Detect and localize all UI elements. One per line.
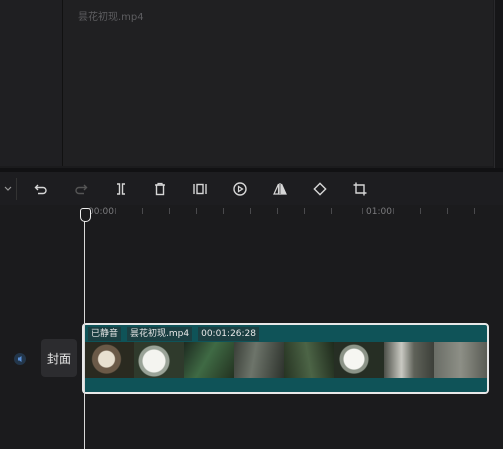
timeline[interactable]: 00:00 01:00 封面 已静音 昙花初现.mp4 00:01:26:28 (0, 205, 503, 449)
thumbnail (334, 342, 384, 380)
thumbnail (434, 342, 487, 380)
cover-button[interactable]: 封面 (41, 339, 77, 377)
redo-icon[interactable] (70, 178, 92, 200)
speaker-mute-icon[interactable] (13, 351, 27, 365)
clip-header: 已静音 昙花初现.mp4 00:01:26:28 (88, 327, 259, 341)
thumbnail (284, 342, 334, 380)
thumbnail (384, 342, 434, 380)
clip-thumbnails (84, 342, 487, 380)
clip-duration: 00:01:26:28 (198, 327, 259, 341)
toolbar (0, 172, 503, 205)
thumbnail (184, 342, 234, 380)
ruler-label-start: 00:00 (88, 207, 114, 217)
top-area: 昙花初现.mp4 (0, 0, 503, 168)
undo-icon[interactable] (30, 178, 52, 200)
thumbnail (84, 342, 134, 380)
playhead-line[interactable] (84, 217, 85, 449)
clip-audio-strip (84, 378, 487, 392)
preview-panel: 昙花初现.mp4 (63, 0, 493, 166)
media-panel (0, 0, 63, 166)
ruler-tick (250, 208, 251, 214)
video-clip[interactable]: 已静音 昙花初现.mp4 00:01:26:28 (82, 323, 489, 394)
ruler-tick (331, 208, 332, 214)
ruler-tick (393, 208, 394, 214)
rotate-icon[interactable] (309, 178, 331, 200)
ruler-tick (362, 208, 363, 214)
ruler-tick (196, 208, 197, 214)
playhead-handle[interactable] (80, 208, 91, 222)
crop-icon[interactable] (349, 178, 371, 200)
preview-title: 昙花初现.mp4 (78, 12, 144, 23)
chevron-down-icon[interactable] (0, 178, 17, 200)
ruler-tick (277, 208, 278, 214)
scrollbar[interactable] (494, 0, 503, 168)
mirror-icon[interactable] (269, 178, 291, 200)
ruler-tick (169, 208, 170, 214)
clip-filename: 昙花初现.mp4 (127, 327, 193, 341)
ruler-tick (223, 208, 224, 214)
delete-icon[interactable] (149, 178, 171, 200)
ruler-tick (420, 208, 421, 214)
ruler-tick (474, 208, 475, 214)
ruler-tick (447, 208, 448, 214)
ruler-tick (304, 208, 305, 214)
thumbnail (134, 342, 184, 380)
ruler-tick (142, 208, 143, 214)
ruler-label-minute: 01:00 (366, 207, 392, 217)
split-icon[interactable] (110, 178, 132, 200)
thumbnail (234, 342, 284, 380)
time-ruler[interactable]: 00:00 01:00 (84, 205, 503, 223)
freeze-frame-icon[interactable] (189, 178, 211, 200)
ruler-tick (115, 208, 116, 214)
play-reverse-icon[interactable] (229, 178, 251, 200)
muted-badge: 已静音 (88, 327, 122, 341)
